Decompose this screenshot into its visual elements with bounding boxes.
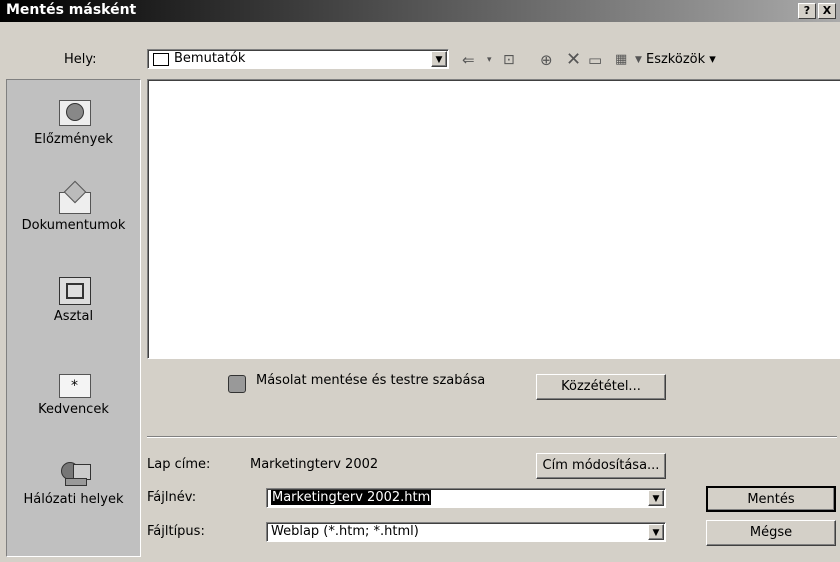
delete-icon[interactable]: ✕: [566, 50, 581, 70]
file-list[interactable]: [147, 79, 840, 359]
help-button[interactable]: ?: [798, 3, 816, 19]
filetype-select[interactable]: Weblap (*.htm; *.html) ▼: [266, 522, 666, 542]
place-favorites[interactable]: * Kedvencek: [7, 368, 140, 417]
views-dropdown-icon[interactable]: ▼: [635, 50, 642, 70]
place-history[interactable]: Előzmények: [7, 98, 140, 147]
places-bar: Előzmények Dokumentumok Asztal * Kedvenc…: [6, 79, 141, 557]
place-desktop[interactable]: Asztal: [7, 275, 140, 324]
place-documents[interactable]: Dokumentumok: [7, 180, 140, 233]
place-label: Előzmények: [34, 132, 113, 147]
views-icon[interactable]: ▦: [615, 50, 627, 70]
place-label: Asztal: [53, 309, 94, 324]
back-icon[interactable]: ⇐: [462, 50, 475, 70]
chevron-down-icon[interactable]: ▼: [648, 524, 664, 540]
place-label: Hálózati helyek: [23, 492, 124, 507]
copy-customize-label: Másolat mentése és testre szabása: [256, 373, 486, 388]
window-title: Mentés másként: [6, 2, 137, 18]
page-title-label: Lap címe:: [147, 457, 211, 472]
location-select[interactable]: Bemutatók ▼: [147, 49, 449, 69]
filetype-value: Weblap (*.htm; *.html): [271, 524, 419, 539]
title-bar: Mentés másként ? X: [0, 0, 840, 22]
close-button[interactable]: X: [818, 3, 836, 19]
publish-button[interactable]: Közzététel...: [536, 374, 666, 400]
change-title-button[interactable]: Cím módosítása...: [536, 453, 666, 479]
filename-value: Marketingterv 2002.htm: [271, 490, 432, 505]
page-title-value: Marketingterv 2002: [250, 457, 379, 472]
filename-label: Fájlnév:: [147, 490, 197, 505]
save-button[interactable]: Mentés: [706, 486, 836, 512]
filename-input[interactable]: Marketingterv 2002.htm ▼: [266, 488, 666, 508]
place-network[interactable]: Hálózati helyek: [7, 458, 140, 507]
divider: [147, 436, 837, 438]
favorites-icon: *: [57, 368, 91, 398]
customize-icon: [228, 375, 246, 393]
history-icon: [57, 98, 91, 128]
place-label: Kedvencek: [38, 402, 109, 417]
folder-icon: [153, 53, 169, 66]
location-value: Bemutatók: [174, 51, 246, 66]
filetype-label: Fájltípus:: [147, 524, 205, 539]
up-folder-icon[interactable]: ⊡: [503, 50, 515, 70]
tools-menu[interactable]: Eszközök ▾: [646, 50, 716, 70]
documents-icon: [57, 180, 91, 214]
new-folder-icon[interactable]: ▭: [588, 50, 602, 70]
cancel-button[interactable]: Mégse: [706, 520, 836, 546]
chevron-down-icon[interactable]: ▼: [648, 490, 664, 506]
search-web-icon[interactable]: ⊕: [540, 50, 553, 70]
network-icon: [57, 458, 91, 488]
location-label: Hely:: [64, 52, 97, 67]
desktop-icon: [57, 275, 91, 305]
place-label: Dokumentumok: [21, 218, 126, 233]
chevron-down-icon[interactable]: ▼: [431, 51, 447, 67]
back-dropdown-icon[interactable]: ▾: [487, 50, 492, 70]
